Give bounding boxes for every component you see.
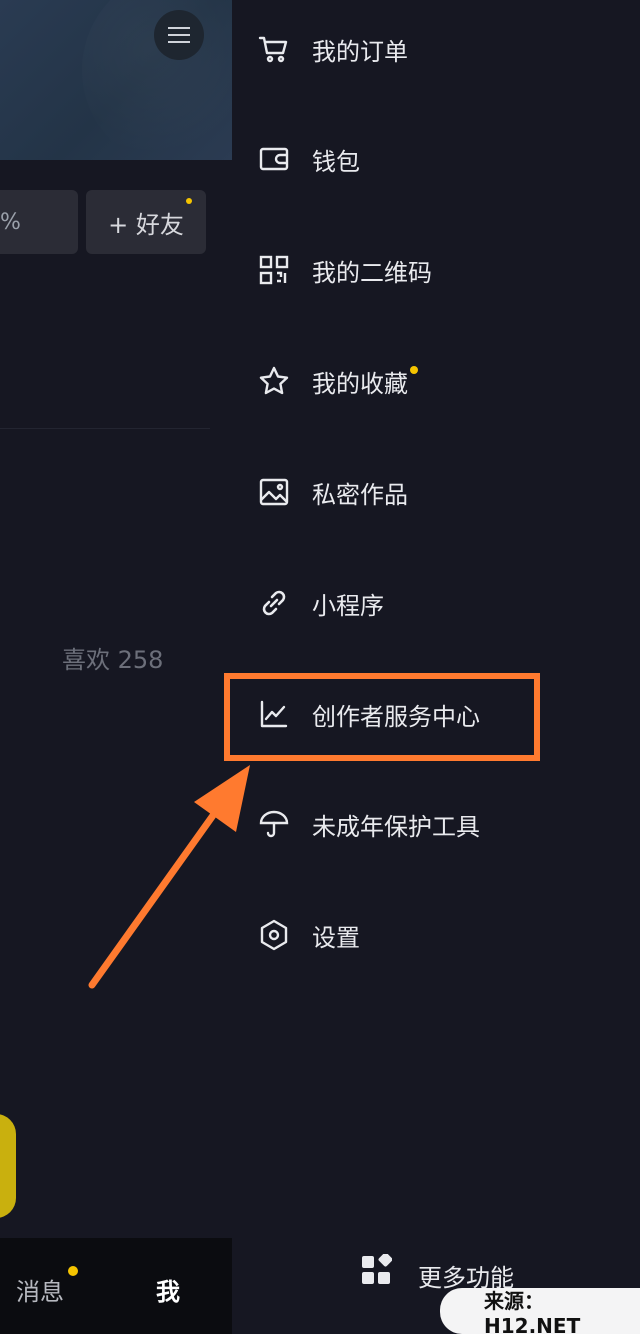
cart-icon <box>258 36 288 63</box>
side-drawer: 我的订单 钱包 我的二维码 我的收藏 私密作品 小程序 创作者服务中心 未成年保… <box>232 0 640 1334</box>
notification-dot <box>410 366 418 374</box>
drawer-item-favorites[interactable]: 我的收藏 <box>232 346 640 416</box>
add-friend-label: + 好友 <box>108 210 184 239</box>
drawer-item-qrcode[interactable]: 我的二维码 <box>232 235 640 305</box>
notification-dot <box>68 1266 78 1276</box>
watermark: 来源：H12.NET <box>440 1288 640 1334</box>
stat-pill-partial[interactable]: % <box>0 190 78 254</box>
drawer-item-settings[interactable]: 设置 <box>232 900 640 970</box>
drawer-item-wallet[interactable]: 钱包 <box>232 124 640 194</box>
profile-page-background: % + 好友 喜欢 258 消息 我 <box>0 0 232 1334</box>
umbrella-icon <box>259 810 289 838</box>
image-icon <box>259 478 289 506</box>
link-icon <box>262 590 286 616</box>
bottom-navigation: 消息 我 <box>0 1238 232 1334</box>
drawer-item-mini-programs[interactable]: 小程序 <box>232 568 640 638</box>
drawer-item-label: 小程序 <box>312 591 384 620</box>
wallet-icon <box>259 147 289 171</box>
drawer-item-label: 我的二维码 <box>312 258 432 287</box>
drawer-item-label: 私密作品 <box>312 480 408 509</box>
settings-hexagon-icon <box>260 919 288 951</box>
drawer-item-label: 钱包 <box>312 147 360 176</box>
likes-tab[interactable]: 喜欢 258 <box>62 640 163 675</box>
qrcode-icon <box>259 255 289 285</box>
drawer-item-minor-protection[interactable]: 未成年保护工具 <box>232 789 640 859</box>
drawer-item-label: 我的订单 <box>312 37 408 66</box>
drawer-item-label: 未成年保护工具 <box>312 812 480 841</box>
drawer-item-label: 我的收藏 <box>312 369 408 398</box>
star-icon <box>259 366 289 395</box>
drawer-item-label: 设置 <box>312 923 360 952</box>
menu-button[interactable] <box>154 10 204 60</box>
drawer-item-private-works[interactable]: 私密作品 <box>232 457 640 527</box>
add-friend-button[interactable]: + 好友 <box>86 190 206 254</box>
highlight-box <box>224 673 540 761</box>
floating-action-button[interactable] <box>0 1114 16 1218</box>
drawer-item-orders[interactable]: 我的订单 <box>232 14 640 84</box>
grid-apps-icon <box>362 1254 392 1284</box>
notification-dot <box>186 198 192 204</box>
divider <box>0 428 210 429</box>
nav-me[interactable]: 我 <box>156 1272 180 1307</box>
hamburger-icon <box>168 27 190 43</box>
nav-messages[interactable]: 消息 <box>16 1266 78 1307</box>
